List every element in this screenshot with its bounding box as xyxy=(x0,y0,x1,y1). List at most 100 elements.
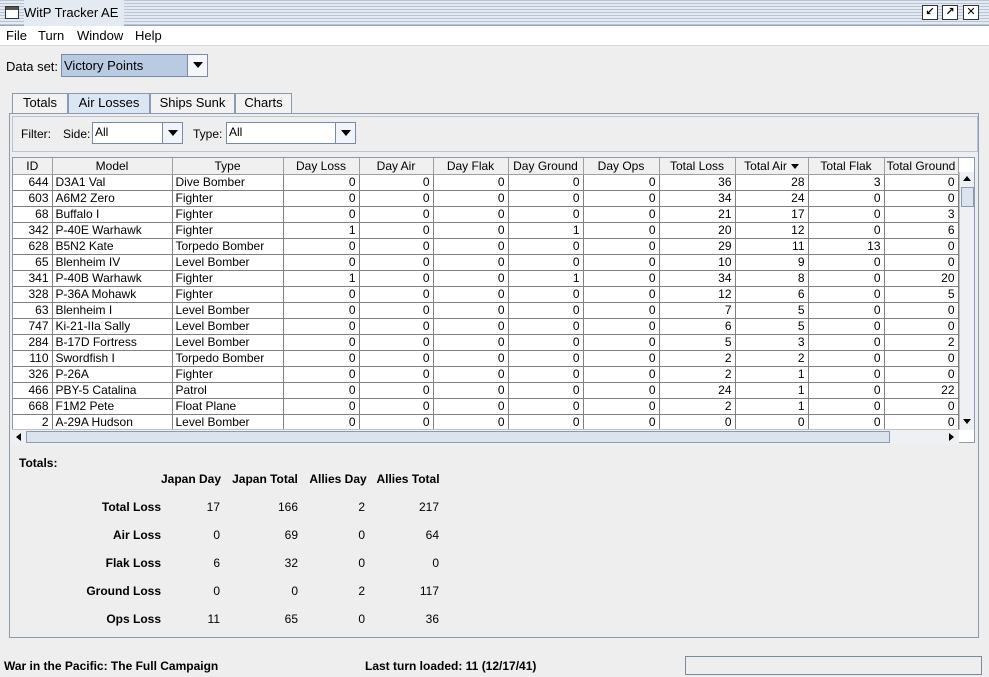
column-header[interactable]: Total Flak xyxy=(808,158,885,175)
table-cell: 0 xyxy=(808,414,885,431)
dataset-select[interactable]: Victory Points xyxy=(61,54,208,77)
column-header[interactable]: Day Ground xyxy=(508,158,584,175)
table-cell: 0 xyxy=(283,382,360,399)
table-cell: 0 xyxy=(433,398,509,415)
table-cell: 668 xyxy=(13,398,53,415)
menu-file[interactable]: File xyxy=(6,28,27,43)
scroll-down-icon[interactable] xyxy=(963,419,971,424)
table-cell: 6 xyxy=(884,222,959,239)
table-cell: Float Plane xyxy=(172,398,284,415)
table-cell: 0 xyxy=(433,190,509,207)
table-row[interactable]: 63 Blenheim I Level Bomber 0 0 0 0 0 7 5 0 0 xyxy=(13,302,959,319)
horizontal-scrollbar[interactable] xyxy=(12,429,959,444)
type-select[interactable]: All xyxy=(226,122,356,144)
table-row[interactable]: 668 F1M2 Pete Float Plane 0 0 0 0 0 2 1 0 0 xyxy=(13,398,959,415)
horizontal-scroll-thumb[interactable] xyxy=(26,431,890,443)
table-cell: P-40E Warhawk xyxy=(52,222,173,239)
dataset-value: Victory Points xyxy=(64,58,144,73)
title-bar[interactable]: WitP Tracker AE ↙ ↗ ✕ xyxy=(0,0,989,26)
vertical-scrollbar[interactable] xyxy=(959,172,974,430)
table-cell: 326 xyxy=(13,366,53,383)
table-cell: 0 xyxy=(508,254,584,271)
table-cell: 10 xyxy=(659,254,736,271)
tab-totals[interactable]: Totals xyxy=(12,93,68,113)
table-row[interactable]: 65 Blenheim IV Level Bomber 0 0 0 0 0 10 9 0 0 xyxy=(13,254,959,271)
table-cell: Level Bomber xyxy=(172,414,284,431)
table-cell: Buffalo I xyxy=(52,206,173,223)
column-header[interactable]: ID xyxy=(13,158,53,175)
table-row[interactable]: 328 P-36A Mohawk Fighter 0 0 0 0 0 12 6 0 5 xyxy=(13,286,959,303)
chevron-down-icon[interactable] xyxy=(187,55,207,76)
table-row[interactable]: 326 P-26A Fighter 0 0 0 0 0 2 1 0 0 xyxy=(13,366,959,383)
menu-turn[interactable]: Turn xyxy=(38,28,64,43)
table-row[interactable]: 110 Swordfish I Torpedo Bomber 0 0 0 0 0 2 2 0 0 xyxy=(13,350,959,367)
table-cell: 0 xyxy=(508,334,584,351)
table-row[interactable]: 747 Ki-21-IIa Sally Level Bomber 0 0 0 0 0 6 5 0 0 xyxy=(13,318,959,335)
table-cell: 13 xyxy=(808,238,885,255)
app-window-icon[interactable] xyxy=(5,6,19,19)
table-cell: 0 xyxy=(508,190,584,207)
air-losses-table[interactable]: ID Model Type Day Loss Day Air Day Flak Day Gr… xyxy=(12,157,975,443)
table-cell: 0 xyxy=(808,222,885,239)
totals-value: 0 xyxy=(432,556,439,570)
chevron-down-icon[interactable] xyxy=(162,123,182,143)
table-row[interactable]: 466 PBY-5 Catalina Patrol 0 0 0 0 0 24 1 0 22 xyxy=(13,382,959,399)
table-cell: 0 xyxy=(508,350,584,367)
scroll-up-icon[interactable] xyxy=(963,176,971,181)
table-cell: 0 xyxy=(583,350,660,367)
sort-descending-icon xyxy=(790,164,799,170)
table-cell: 6 xyxy=(735,286,809,303)
table-row[interactable]: 342 P-40E Warhawk Fighter 1 0 0 1 0 20 12 0 6 xyxy=(13,222,959,239)
column-header[interactable]: Day Ops xyxy=(583,158,660,175)
tab-air-losses[interactable]: Air Losses xyxy=(68,93,150,114)
table-row[interactable]: 603 A6M2 Zero Fighter 0 0 0 0 0 34 24 0 0 xyxy=(13,190,959,207)
totals-value: 0 xyxy=(358,528,365,542)
totals-value: 0 xyxy=(358,612,365,626)
column-header[interactable]: Day Flak xyxy=(433,158,509,175)
column-header[interactable]: Total Ground xyxy=(884,158,959,175)
table-cell: 0 xyxy=(583,222,660,239)
table-cell: 0 xyxy=(433,270,509,287)
vertical-scroll-thumb[interactable] xyxy=(961,187,974,207)
table-row[interactable]: 644 D3A1 Val Dive Bomber 0 0 0 0 0 36 28 3 0 xyxy=(13,174,959,191)
table-cell: 0 xyxy=(583,174,660,191)
column-header[interactable]: Day Air xyxy=(359,158,434,175)
table-cell: P-36A Mohawk xyxy=(52,286,173,303)
table-row[interactable]: 628 B5N2 Kate Torpedo Bomber 0 0 0 0 0 29 11 13 0 xyxy=(13,238,959,255)
table-cell: 0 xyxy=(433,238,509,255)
table-cell: 2 xyxy=(659,398,736,415)
table-row[interactable]: 284 B-17D Fortress Level Bomber 0 0 0 0 0 5 3 0 2 xyxy=(13,334,959,351)
column-header[interactable]: Total Loss xyxy=(659,158,736,175)
table-cell: 0 xyxy=(508,382,584,399)
tab-ships-sunk[interactable]: Ships Sunk xyxy=(150,93,235,113)
table-row[interactable]: 68 Buffalo I Fighter 0 0 0 0 0 21 17 0 3 xyxy=(13,206,959,223)
table-cell: 5 xyxy=(659,334,736,351)
chevron-down-icon[interactable] xyxy=(335,123,355,143)
minimize-icon[interactable]: ↙ xyxy=(922,5,938,20)
scroll-right-icon[interactable] xyxy=(949,433,954,441)
close-icon[interactable]: ✕ xyxy=(963,5,979,20)
maximize-icon[interactable]: ↗ xyxy=(942,5,958,20)
table-row[interactable]: 2 A-29A Hudson Level Bomber 0 0 0 0 0 0 0 0 0 xyxy=(13,414,959,431)
side-select[interactable]: All xyxy=(92,122,183,144)
table-cell: Level Bomber xyxy=(172,302,284,319)
table-cell: 1 xyxy=(735,398,809,415)
table-cell: 2 xyxy=(13,414,53,431)
column-header-label: Type xyxy=(214,158,241,173)
table-cell: 0 xyxy=(359,398,434,415)
table-cell: 0 xyxy=(508,238,584,255)
table-row[interactable]: 341 P-40B Warhawk Fighter 1 0 0 1 0 34 8 0 20 xyxy=(13,270,959,287)
table-cell: 0 xyxy=(659,414,736,431)
totals-value: 11 xyxy=(207,612,220,626)
column-header[interactable]: Type xyxy=(172,158,284,175)
menu-help[interactable]: Help xyxy=(135,28,162,43)
column-header[interactable]: Day Loss xyxy=(283,158,360,175)
scroll-left-icon[interactable] xyxy=(16,433,21,441)
table-cell: 0 xyxy=(583,414,660,431)
table-cell: 8 xyxy=(735,270,809,287)
column-header[interactable]: Model xyxy=(52,158,173,175)
menu-window[interactable]: Window xyxy=(77,28,123,43)
column-header[interactable]: Total Air xyxy=(735,158,809,175)
table-cell: Patrol xyxy=(172,382,284,399)
tab-charts[interactable]: Charts xyxy=(235,93,292,113)
